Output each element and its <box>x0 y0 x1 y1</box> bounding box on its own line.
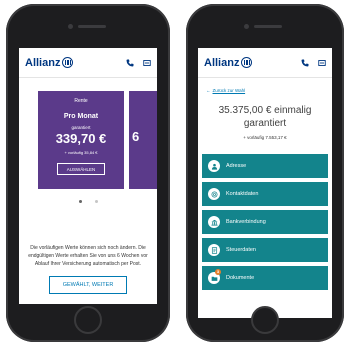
menu-item-steuerdaten[interactable]: Steuerdaten <box>202 238 328 262</box>
logo-text: Allianz <box>25 56 61 69</box>
arrow-left-icon: ← <box>206 88 211 93</box>
phone-right: Allianz ← Zurück zur Wahl 35.375,00 € ei… <box>186 4 344 342</box>
menu-item-label: Kontaktdaten <box>226 191 259 197</box>
bank-icon <box>208 216 220 228</box>
camera-icon <box>244 24 249 29</box>
plan-note: + vorläufig 35,84 € <box>64 150 98 155</box>
back-link-label: Zurück zur Wahl <box>212 88 246 93</box>
app-header: Allianz <box>19 48 157 78</box>
at-sign-icon <box>208 188 220 200</box>
plan-price: 339,70 € <box>55 131 107 146</box>
phone-icon[interactable] <box>301 59 309 67</box>
menu-item-label: Bankverbindung <box>226 219 266 225</box>
menu-item-label: Steuerdaten <box>226 247 256 253</box>
info-text: Die vorläufigen Werte können sich noch ä… <box>28 245 148 267</box>
allianz-logo[interactable]: Allianz <box>25 56 74 69</box>
amount-note: + vorläufig 7.553,17 € <box>243 135 287 140</box>
select-plan-button[interactable]: AUSWÄHLEN <box>56 163 106 175</box>
allianz-eagle-icon <box>241 57 253 68</box>
plan-carousel[interactable]: Rente Pro Monat garantiert 339,70 € + vo… <box>19 78 157 236</box>
menu-item-adresse[interactable]: Adresse <box>202 154 328 178</box>
app-header: Allianz <box>198 48 332 78</box>
home-button[interactable] <box>74 306 102 334</box>
back-link[interactable]: ← Zurück zur Wahl <box>198 78 332 93</box>
plan-name: Pro Monat <box>63 113 99 120</box>
menu-item-dokumente[interactable]: 3 Dokumente <box>202 266 328 290</box>
mail-icon[interactable] <box>143 59 151 67</box>
screen-right: Allianz ← Zurück zur Wahl 35.375,00 € ei… <box>198 48 332 318</box>
phone-left: Allianz Rente Pro Monat garantiert 339,7… <box>6 4 170 342</box>
mail-icon[interactable] <box>318 59 326 67</box>
person-icon <box>208 160 220 172</box>
screen-left: Allianz Rente Pro Monat garantiert 339,7… <box>19 48 157 304</box>
notification-badge: 3 <box>215 269 221 275</box>
menu-item-label: Dokumente <box>226 275 255 281</box>
carousel-dot-1[interactable] <box>78 200 82 203</box>
speaker-icon <box>78 25 106 28</box>
camera-icon <box>68 24 73 29</box>
home-button[interactable] <box>251 306 279 334</box>
menu-item-label: Adresse <box>226 163 247 169</box>
carousel-dots <box>19 200 157 203</box>
allianz-logo[interactable]: Allianz <box>204 56 253 69</box>
amount-title: 35.375,00 € einmalig garantiert <box>218 105 312 129</box>
menu-item-kontaktdaten[interactable]: Kontaktdaten <box>202 182 328 206</box>
plan-guarantee: garantiert <box>71 125 91 130</box>
menu-item-bankverbindung[interactable]: Bankverbindung <box>202 210 328 234</box>
next-card-peek: 6 <box>132 129 140 144</box>
data-menu: Adresse Kontaktdaten Bankverbindung Steu… <box>198 154 332 290</box>
tax-icon <box>208 244 220 256</box>
chosen-continue-button[interactable]: GEWÄHLT, WEITER <box>49 276 127 294</box>
speaker-icon <box>254 25 282 28</box>
phone-icon[interactable] <box>126 59 134 67</box>
logo-text: Allianz <box>204 56 240 69</box>
carousel-dot-2[interactable] <box>94 200 98 203</box>
next-plan-card[interactable]: 6 <box>129 91 157 189</box>
plan-tag: Rente <box>74 98 88 104</box>
plan-card: Rente Pro Monat garantiert 339,70 € + vo… <box>38 91 124 189</box>
allianz-eagle-icon <box>62 57 74 68</box>
